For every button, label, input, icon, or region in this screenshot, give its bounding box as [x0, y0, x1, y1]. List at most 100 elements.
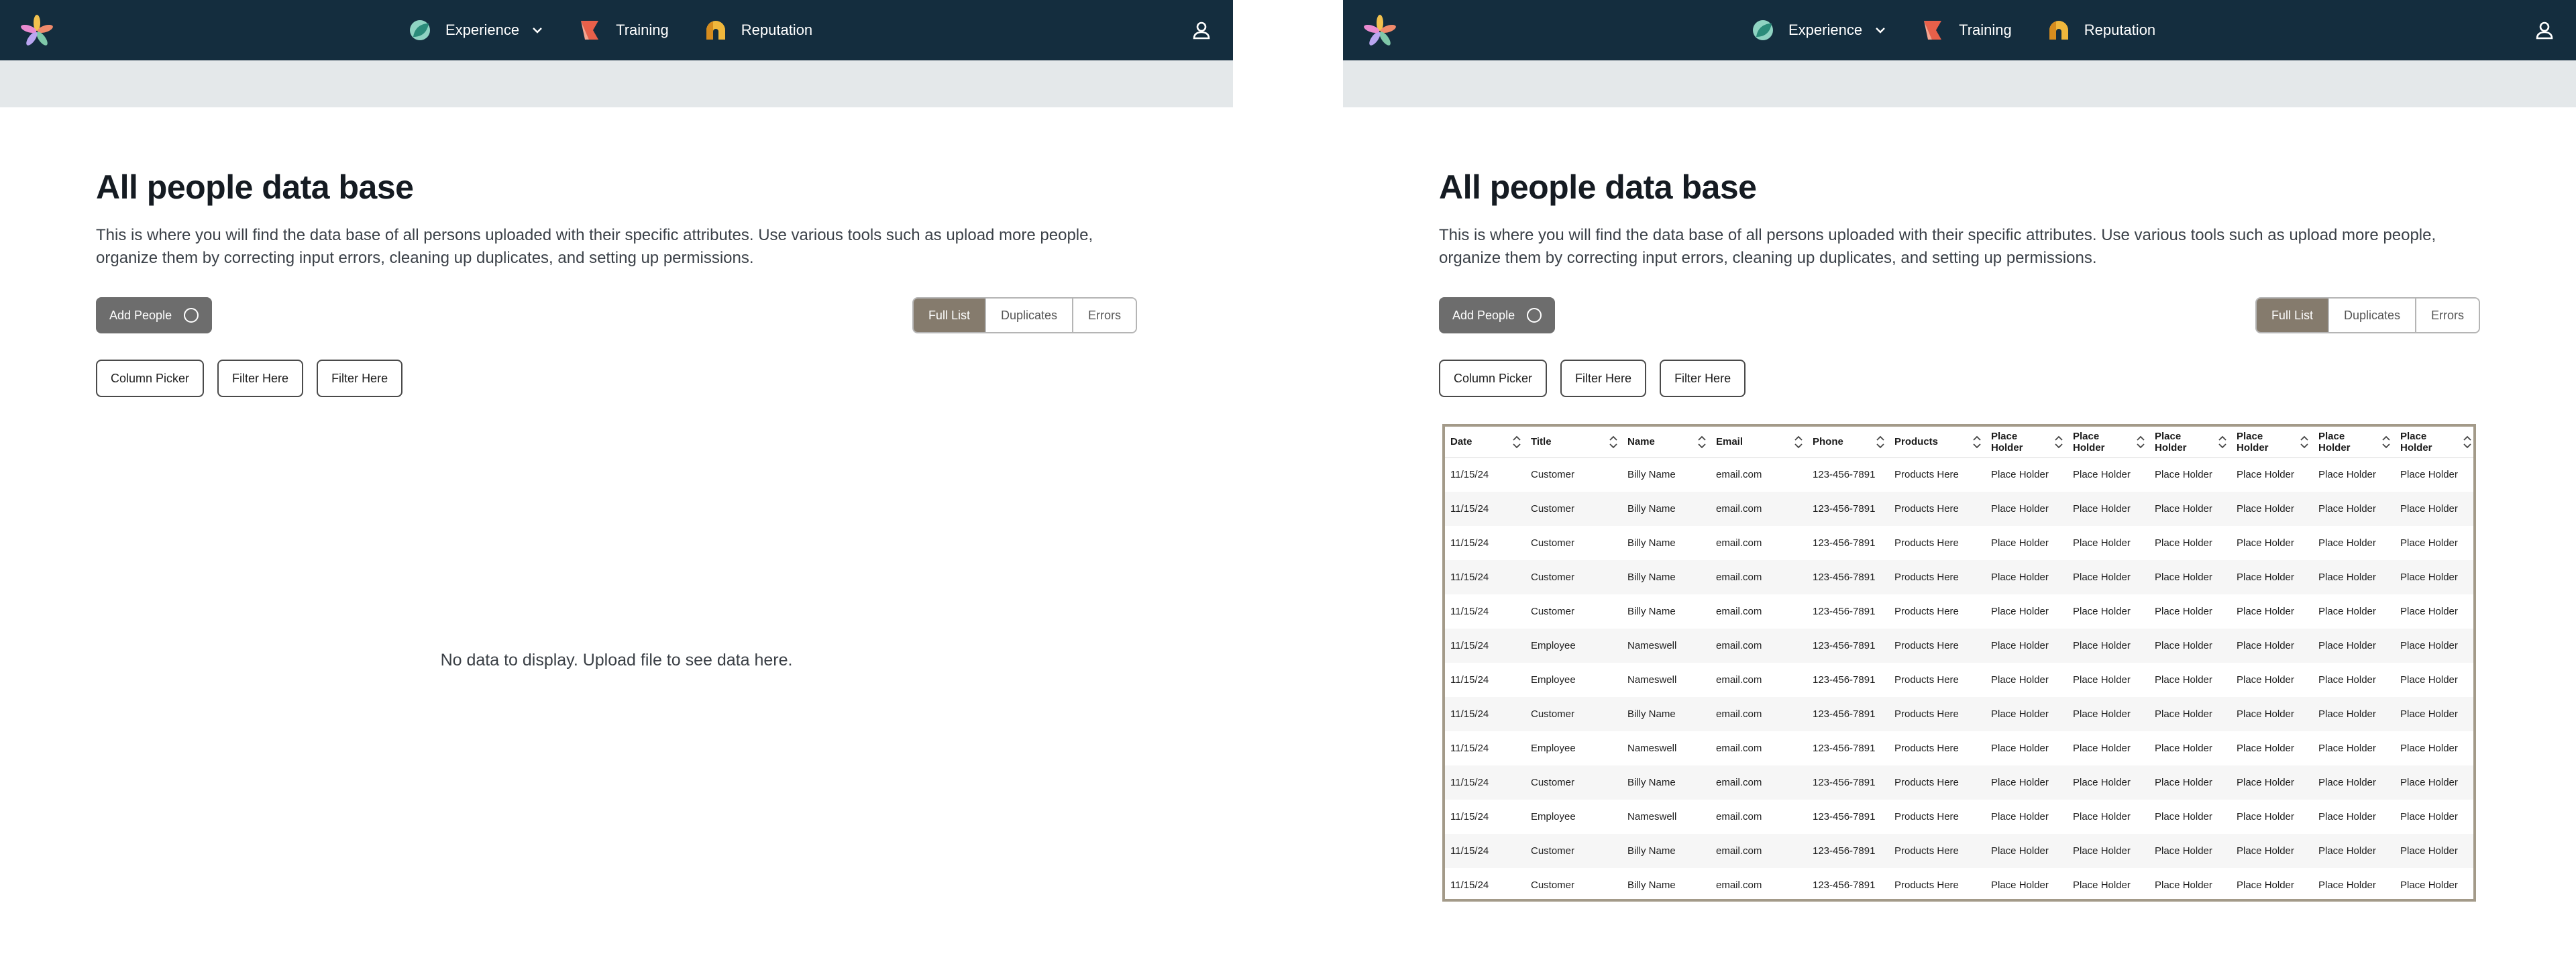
- table-row[interactable]: 11/15/24 Customer Billy Name email.com 123-4…: [1445, 697, 2473, 731]
- table-cell: Customer: [1531, 469, 1575, 481]
- page-description: This is where you will find the data bas…: [1439, 226, 2436, 267]
- column-header[interactable]: Name: [1622, 427, 1711, 458]
- table-row[interactable]: 11/15/24 Employee Nameswell email.com 123-45…: [1445, 800, 2473, 834]
- sort-icon[interactable]: [1794, 434, 1803, 450]
- tab-duplicates[interactable]: Duplicates: [984, 299, 1072, 332]
- table-row[interactable]: 11/15/24 Customer Billy Name email.com 123-4…: [1445, 458, 2473, 492]
- column-header[interactable]: Phone: [1807, 427, 1889, 458]
- table-cell: Products Here: [1889, 697, 1986, 731]
- sort-icon[interactable]: [2300, 434, 2309, 450]
- filter-button[interactable]: Filter Here: [217, 360, 304, 397]
- sort-icon[interactable]: [1876, 434, 1885, 450]
- table-cell: Place Holder: [1991, 879, 2049, 891]
- circle-icon: [1527, 308, 1542, 323]
- column-header-label: Place Holder: [1991, 430, 2023, 453]
- nav-item-reputation[interactable]: Reputation: [2047, 18, 2155, 42]
- table-cell: 123-456-7891: [1807, 834, 1889, 868]
- sort-icon[interactable]: [1609, 434, 1618, 450]
- tab-full-list[interactable]: Full List: [2256, 299, 2328, 332]
- table-cell: 123-456-7891: [1813, 606, 1876, 617]
- filter-button[interactable]: Filter Here: [317, 360, 403, 397]
- chevron-down-icon[interactable]: [1874, 24, 1886, 36]
- table-cell: Place Holder: [2231, 697, 2313, 731]
- column-header[interactable]: Place Holder: [2068, 427, 2149, 458]
- table-cell: 11/15/24: [1450, 469, 1489, 481]
- table-cell: 123-456-7891: [1813, 674, 1876, 686]
- tab-full-list[interactable]: Full List: [913, 299, 985, 332]
- table-row[interactable]: 11/15/24 Customer Billy Name email.com 123-4…: [1445, 492, 2473, 526]
- column-header[interactable]: Date: [1445, 427, 1525, 458]
- sort-icon[interactable]: [2054, 434, 2063, 450]
- table-cell: Billy Name: [1627, 606, 1676, 617]
- column-header[interactable]: Title: [1525, 427, 1622, 458]
- sort-icon[interactable]: [2381, 434, 2391, 450]
- table-cell: 11/15/24: [1445, 697, 1525, 731]
- table-cell: Place Holder: [2313, 629, 2395, 663]
- table-cell: Place Holder: [2068, 697, 2149, 731]
- sort-icon[interactable]: [1972, 434, 1982, 450]
- table-cell: Place Holder: [2400, 743, 2458, 754]
- main-nav: Experience Training Reputation: [1751, 0, 2190, 60]
- nav-item-training[interactable]: Training: [578, 18, 669, 42]
- table-row[interactable]: 11/15/24 Employee Nameswell email.com 123-45…: [1445, 663, 2473, 697]
- nav-item-experience[interactable]: Experience: [408, 18, 543, 42]
- nav-item-training[interactable]: Training: [1921, 18, 2012, 42]
- table-cell: Place Holder: [2318, 811, 2376, 822]
- user-icon[interactable]: [2534, 20, 2555, 40]
- table-cell: Products Here: [1894, 469, 1959, 481]
- table-cell: Place Holder: [2149, 560, 2231, 594]
- table-cell: Place Holder: [2149, 629, 2231, 663]
- table-cell: 11/15/24: [1445, 834, 1525, 868]
- table-body: 11/15/24 Customer Billy Name email.com 123-4…: [1445, 458, 2473, 899]
- table-cell: Place Holder: [2237, 537, 2294, 549]
- nav-item-experience[interactable]: Experience: [1751, 18, 1886, 42]
- column-header[interactable]: Products: [1889, 427, 1986, 458]
- tab-errors[interactable]: Errors: [2415, 299, 2479, 332]
- table-row[interactable]: 11/15/24 Customer Billy Name email.com 123-4…: [1445, 560, 2473, 594]
- table-cell: Place Holder: [2400, 606, 2458, 617]
- table-cell: Place Holder: [1991, 743, 2049, 754]
- column-picker-button[interactable]: Column Picker: [1439, 360, 1548, 397]
- brand-logo-icon[interactable]: [19, 13, 55, 50]
- chevron-down-icon[interactable]: [531, 24, 543, 36]
- table-cell: Products Here: [1894, 606, 1959, 617]
- column-header[interactable]: Email: [1711, 427, 1807, 458]
- filter-button[interactable]: Filter Here: [1560, 360, 1647, 397]
- add-people-button[interactable]: Add People: [96, 297, 213, 333]
- table-row[interactable]: 11/15/24 Employee Nameswell email.com 123-45…: [1445, 629, 2473, 663]
- table-row[interactable]: 11/15/24 Customer Billy Name email.com 123-4…: [1445, 868, 2473, 899]
- column-header[interactable]: Place Holder: [2149, 427, 2231, 458]
- sort-icon[interactable]: [2218, 434, 2227, 450]
- sort-icon[interactable]: [2463, 434, 2472, 450]
- column-picker-button[interactable]: Column Picker: [96, 360, 205, 397]
- sub-header-bar: [0, 60, 1233, 107]
- table-cell: Place Holder: [2237, 811, 2294, 822]
- add-people-button[interactable]: Add People: [1439, 297, 1556, 333]
- table-cell: Place Holder: [2318, 879, 2376, 891]
- tab-errors[interactable]: Errors: [1072, 299, 1136, 332]
- column-header[interactable]: Place Holder: [2313, 427, 2395, 458]
- table-cell: Place Holder: [1986, 492, 2068, 526]
- table-cell: Place Holder: [2313, 492, 2395, 526]
- column-header[interactable]: Place Holder: [1986, 427, 2068, 458]
- column-header[interactable]: Place Holder: [2231, 427, 2313, 458]
- table-cell: Place Holder: [2395, 834, 2473, 868]
- table-row[interactable]: 11/15/24 Customer Billy Name email.com 123-4…: [1445, 594, 2473, 629]
- table-row[interactable]: 11/15/24 Customer Billy Name email.com 123-4…: [1445, 834, 2473, 868]
- table-row[interactable]: 11/15/24 Employee Nameswell email.com 123-45…: [1445, 731, 2473, 765]
- table-cell: email.com: [1716, 537, 1762, 549]
- table-row[interactable]: 11/15/24 Customer Billy Name email.com 123-4…: [1445, 765, 2473, 800]
- populated-screen: Experience Training Reputation All peopl…: [1343, 0, 2576, 964]
- sort-icon[interactable]: [1512, 434, 1521, 450]
- column-header[interactable]: Place Holder: [2395, 427, 2473, 458]
- sort-icon[interactable]: [2136, 434, 2145, 450]
- tab-duplicates[interactable]: Duplicates: [2327, 299, 2415, 332]
- user-icon[interactable]: [1191, 20, 1212, 40]
- table-cell: Place Holder: [1991, 674, 2049, 686]
- nav-item-reputation[interactable]: Reputation: [704, 18, 812, 42]
- table-row[interactable]: 11/15/24 Customer Billy Name email.com 123-4…: [1445, 526, 2473, 560]
- table-cell: Place Holder: [2231, 765, 2313, 800]
- filter-button[interactable]: Filter Here: [1660, 360, 1746, 397]
- sort-icon[interactable]: [1697, 434, 1707, 450]
- brand-logo-icon[interactable]: [1362, 13, 1398, 50]
